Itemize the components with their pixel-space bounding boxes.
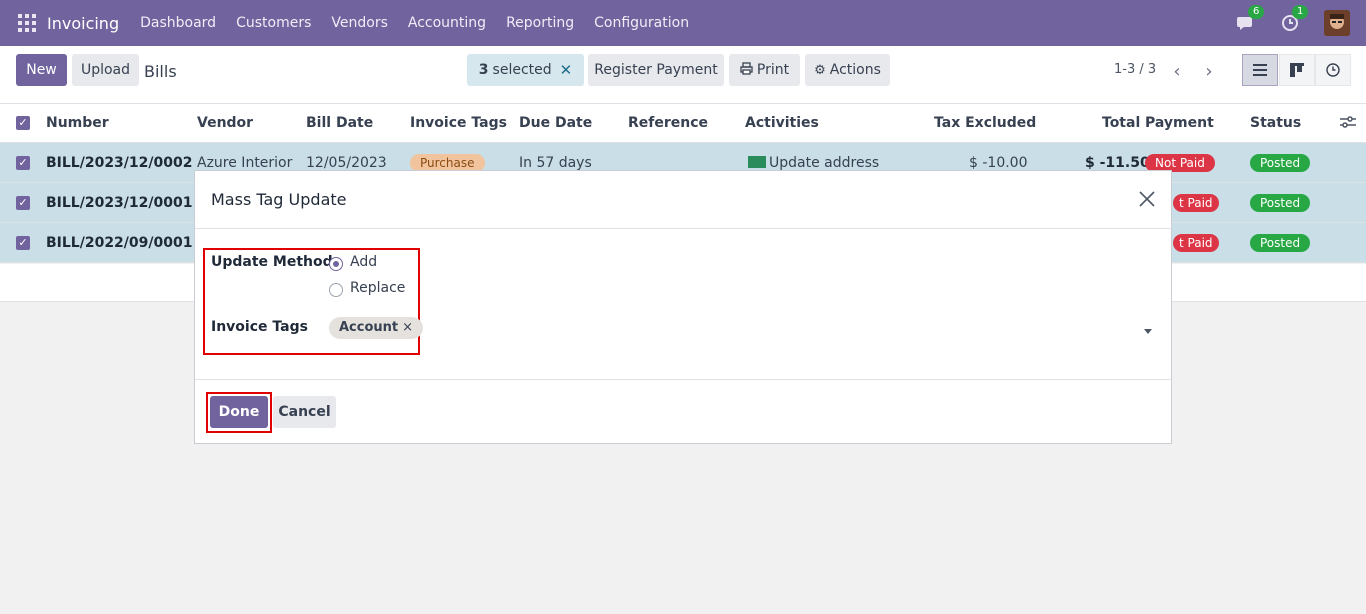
messages-icon[interactable]: 6 [1236, 5, 1265, 33]
menu-item-reporting[interactable]: Reporting [506, 15, 574, 31]
selection-badge: 3 selected ✕ [467, 54, 584, 86]
bill-status-cell: Posted [1250, 183, 1311, 223]
tags-dropdown-caret-icon[interactable] [1144, 329, 1152, 334]
update-method-label: Update Method [211, 254, 333, 270]
bill-payment-cell: t Paid [1173, 183, 1219, 223]
table-header-row: ✓ Number Vendor Bill Date Invoice Tags D… [0, 104, 1366, 143]
col-header-payment[interactable]: Payment [1145, 104, 1214, 144]
bill-payment-cell: t Paid [1173, 223, 1219, 263]
row-checkbox[interactable]: ✓ [16, 236, 30, 250]
activities-badge: 1 [1292, 5, 1309, 19]
actions-label: Actions [829, 62, 881, 78]
breadcrumb: Bills [144, 62, 177, 81]
status-badge: Posted [1250, 194, 1311, 212]
apps-grid-icon[interactable] [18, 14, 36, 32]
radio-replace-label[interactable]: Replace [350, 280, 405, 296]
messages-badge: 6 [1248, 5, 1265, 19]
col-header-vendor[interactable]: Vendor [197, 104, 253, 144]
payment-badge: t Paid [1173, 194, 1219, 212]
bill-number: BILL/2023/12/0001 [46, 195, 193, 211]
actions-button[interactable]: ⚙ Actions [805, 54, 890, 86]
menu-item-dashboard[interactable]: Dashboard [140, 15, 216, 31]
col-header-due-date[interactable]: Due Date [519, 104, 592, 144]
col-header-tax-excluded[interactable]: Tax Excluded [934, 104, 1036, 144]
unselect-all-icon[interactable]: ✕ [560, 61, 573, 79]
radio-replace[interactable] [329, 283, 343, 297]
bill-status-cell: Posted [1250, 143, 1311, 183]
pager-next-icon[interactable]: › [1196, 58, 1222, 84]
bill-status-cell: Posted [1250, 223, 1311, 263]
status-badge: Posted [1250, 234, 1311, 252]
optional-columns-icon[interactable] [1340, 115, 1356, 131]
dialog-title: Mass Tag Update [211, 190, 347, 209]
row-checkbox[interactable]: ✓ [16, 196, 30, 210]
cancel-button[interactable]: Cancel [273, 396, 336, 428]
printer-icon [740, 61, 753, 79]
activity-view-icon[interactable] [1315, 54, 1351, 86]
main-menu: Dashboard Customers Vendors Accounting R… [140, 15, 709, 31]
activity-list-icon [748, 156, 766, 168]
mass-tag-update-dialog: Mass Tag Update Update Method Add Replac… [194, 170, 1172, 444]
tag-remove-icon[interactable]: × [402, 320, 413, 335]
pager-previous-icon[interactable]: ‹ [1164, 58, 1190, 84]
radio-add[interactable] [329, 257, 343, 271]
gear-icon: ⚙ [814, 62, 826, 78]
activity-summary: Update address [769, 155, 880, 171]
col-header-status[interactable]: Status [1250, 104, 1301, 144]
new-button[interactable]: New [16, 54, 67, 86]
app-name[interactable]: Invoicing [47, 14, 119, 33]
radio-add-label[interactable]: Add [350, 254, 377, 270]
register-payment-button[interactable]: Register Payment [588, 54, 724, 86]
status-badge: Posted [1250, 154, 1311, 172]
col-header-bill-date[interactable]: Bill Date [306, 104, 373, 144]
top-navbar: Invoicing Dashboard Customers Vendors Ac… [0, 0, 1366, 46]
menu-item-accounting[interactable]: Accounting [408, 15, 486, 31]
col-header-reference[interactable]: Reference [628, 104, 708, 144]
control-panel: New Upload Bills 3 selected ✕ Register P… [0, 46, 1366, 104]
dialog-header: Mass Tag Update [195, 171, 1171, 229]
dialog-footer: Done Cancel [195, 379, 1171, 444]
done-button[interactable]: Done [210, 396, 268, 428]
pager-value[interactable]: 1-3 / 3 [1114, 62, 1156, 77]
bill-number: BILL/2022/09/0001 [46, 235, 193, 251]
menu-item-configuration[interactable]: Configuration [594, 15, 689, 31]
upload-button[interactable]: Upload [72, 54, 139, 86]
menu-item-vendors[interactable]: Vendors [331, 15, 387, 31]
selected-text: selected [492, 62, 552, 78]
menu-item-customers[interactable]: Customers [236, 15, 311, 31]
selected-count: 3 [478, 62, 489, 78]
print-button[interactable]: Print [729, 54, 800, 86]
close-icon[interactable] [1137, 189, 1157, 209]
col-header-invoice-tags[interactable]: Invoice Tags [410, 104, 507, 144]
tag-chip-label: Account [339, 320, 399, 335]
list-view-icon[interactable] [1242, 54, 1278, 86]
user-avatar[interactable] [1324, 10, 1350, 36]
activities-clock-icon[interactable]: 1 [1280, 5, 1309, 33]
col-header-number[interactable]: Number [46, 104, 109, 144]
select-all-checkbox[interactable]: ✓ [16, 116, 30, 130]
payment-badge: t Paid [1173, 234, 1219, 252]
bill-number: BILL/2023/12/0002 [46, 155, 193, 171]
col-header-total[interactable]: Total [1102, 104, 1140, 144]
kanban-view-icon[interactable] [1279, 54, 1315, 86]
col-header-activities[interactable]: Activities [745, 104, 819, 144]
row-checkbox[interactable]: ✓ [16, 156, 30, 170]
tag-chip: Account × [329, 317, 424, 339]
invoice-tags-label: Invoice Tags [211, 319, 308, 335]
print-label: Print [756, 62, 790, 78]
